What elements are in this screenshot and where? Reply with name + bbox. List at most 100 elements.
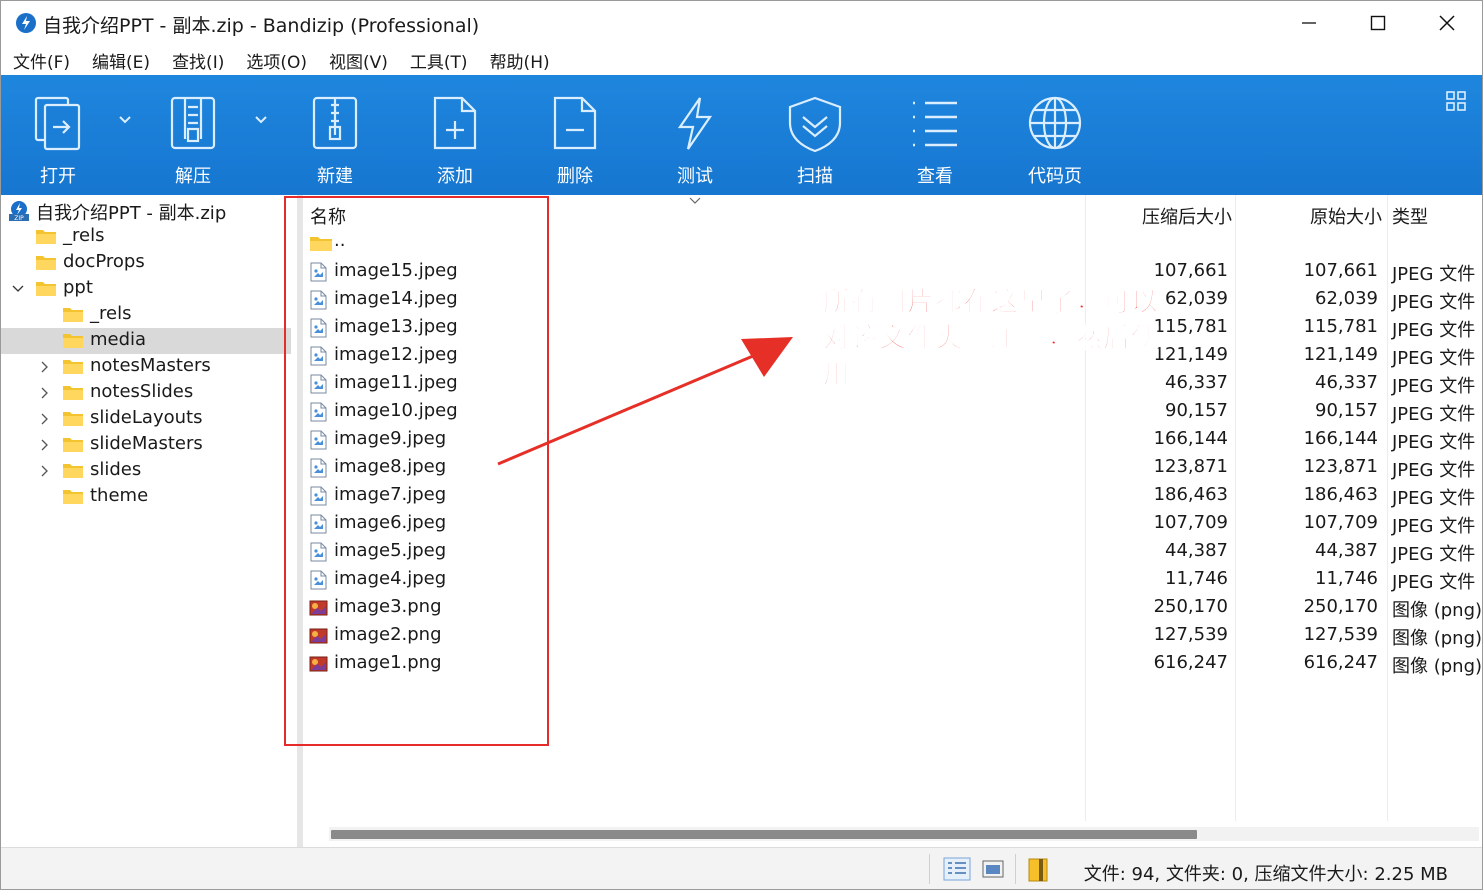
new-archive-button[interactable]: 新建 [275, 75, 395, 195]
archive-info-icon[interactable] [1027, 857, 1051, 883]
test-button[interactable]: 测试 [635, 75, 755, 195]
tree-item-label: _rels [63, 225, 105, 246]
chevron-right-icon[interactable] [39, 439, 51, 451]
column-header-compressed[interactable]: 压缩后大小 [1142, 203, 1232, 229]
original-size: 166,144 [1303, 428, 1378, 449]
tree-item-slides[interactable]: slides [1, 458, 291, 484]
menu-find[interactable]: 查找(I) [172, 48, 224, 73]
annotation-text: 所有图片都在这里了，可以对该文件夹解压缩，然后使用 [823, 287, 1159, 391]
close-button[interactable] [1412, 1, 1482, 45]
compressed-size: 250,170 [1153, 596, 1228, 617]
window-title: 自我介绍PPT - 副本.zip - Bandizip (Professiona… [43, 15, 480, 37]
tree-item-media[interactable]: media [1, 328, 291, 354]
layout-grid-icon[interactable] [1446, 91, 1466, 111]
folder-icon [63, 490, 83, 504]
preview-view-icon[interactable] [981, 857, 1005, 881]
original-size: 62,039 [1315, 288, 1378, 309]
file-type: JPEG 文件 [1392, 292, 1476, 313]
chevron-right-icon[interactable] [39, 413, 51, 425]
original-size: 121,149 [1303, 344, 1378, 365]
menu-edit[interactable]: 编辑(E) [92, 48, 150, 73]
original-size: 46,337 [1315, 372, 1378, 393]
file-type: JPEG 文件 [1392, 516, 1476, 537]
toolbar: 打开 解压 新建 添加 删除 测试 扫描 查看 代码页 [1, 75, 1482, 195]
file-type: JPEG 文件 [1392, 432, 1476, 453]
add-button[interactable]: 添加 [395, 75, 515, 195]
chevron-right-icon[interactable] [39, 361, 51, 373]
scan-button[interactable]: 扫描 [755, 75, 875, 195]
minimize-button[interactable] [1274, 1, 1344, 45]
delete-label: 删除 [557, 166, 593, 187]
menu-tools[interactable]: 工具(T) [410, 48, 468, 73]
new-label: 新建 [317, 166, 353, 187]
maximize-icon [1370, 15, 1386, 31]
tree-item-theme[interactable]: theme [1, 484, 291, 510]
tree-root[interactable]: ZIP 自我介绍PPT - 副本.zip [1, 198, 291, 224]
highlight-box [284, 196, 549, 746]
bandizip-logo-icon [16, 13, 36, 33]
menu-options[interactable]: 选项(O) [246, 48, 307, 73]
original-size: 250,170 [1303, 596, 1378, 617]
tree-item-notesslides[interactable]: notesSlides [1, 380, 291, 406]
new-archive-icon [312, 96, 358, 150]
extract-button[interactable]: 解压 [133, 75, 253, 195]
chevron-down-icon[interactable] [12, 283, 24, 295]
tree-item-label: slideMasters [90, 433, 203, 454]
scrollbar-thumb[interactable] [331, 830, 1197, 839]
maximize-button[interactable] [1343, 1, 1413, 45]
folder-icon [63, 334, 83, 348]
open-icon [34, 96, 81, 151]
folder-icon [63, 386, 83, 400]
tree-item-label: notesSlides [90, 381, 194, 402]
file-type: JPEG 文件 [1392, 544, 1476, 565]
svg-text:ZIP: ZIP [14, 215, 24, 222]
chevron-right-icon[interactable] [39, 465, 51, 477]
delete-button[interactable]: 删除 [515, 75, 635, 195]
menu-help[interactable]: 帮助(H) [490, 48, 550, 73]
file-type: JPEG 文件 [1392, 376, 1476, 397]
view-list-icon [913, 101, 957, 147]
compressed-size: 123,871 [1153, 456, 1228, 477]
tree-item-notesmasters[interactable]: notesMasters [1, 354, 291, 380]
status-separator [1015, 854, 1016, 884]
folder-icon [63, 412, 83, 426]
tree-item-label: slides [90, 459, 142, 480]
details-view-icon[interactable] [943, 857, 971, 881]
view-button[interactable]: 查看 [875, 75, 995, 195]
open-dropdown-icon[interactable] [118, 115, 132, 125]
tree-item-label: theme [90, 485, 149, 506]
tree-item-rels[interactable]: _rels [1, 302, 291, 328]
tree-item-slidelayouts[interactable]: slideLayouts [1, 406, 291, 432]
codepage-button[interactable]: 代码页 [995, 75, 1115, 195]
original-size: 616,247 [1303, 652, 1378, 673]
codepage-label: 代码页 [1028, 166, 1082, 187]
original-size: 107,709 [1303, 512, 1378, 533]
compressed-size: 44,387 [1165, 540, 1228, 561]
original-size: 186,463 [1303, 484, 1378, 505]
file-type: JPEG 文件 [1392, 572, 1476, 593]
column-header-original[interactable]: 原始大小 [1310, 203, 1382, 229]
add-label: 添加 [437, 166, 473, 187]
tree-item-docprops[interactable]: docProps [1, 250, 291, 276]
menu-view[interactable]: 视图(V) [329, 48, 388, 73]
extract-label: 解压 [175, 166, 211, 187]
codepage-globe-icon [1028, 96, 1082, 150]
extract-dropdown-icon[interactable] [254, 115, 268, 125]
file-type: JPEG 文件 [1392, 404, 1476, 425]
menu-file[interactable]: 文件(F) [13, 48, 70, 73]
add-file-icon [433, 96, 477, 150]
folder-icon [36, 282, 56, 296]
tree-item-ppt[interactable]: ppt [1, 276, 291, 302]
tree-item-rels[interactable]: _rels [1, 224, 291, 250]
column-header-type[interactable]: 类型 [1392, 203, 1428, 229]
compressed-size: 107,661 [1153, 260, 1228, 281]
tree-item-label: media [90, 329, 147, 350]
open-button[interactable]: 打开 [0, 75, 118, 195]
horizontal-scrollbar[interactable] [329, 827, 1479, 841]
file-type: JPEG 文件 [1392, 460, 1476, 481]
chevron-right-icon[interactable] [39, 387, 51, 399]
original-size: 107,661 [1303, 260, 1378, 281]
folder-icon [36, 230, 56, 244]
tree-item-slidemasters[interactable]: slideMasters [1, 432, 291, 458]
file-type: 图像 (png) [1392, 600, 1483, 621]
